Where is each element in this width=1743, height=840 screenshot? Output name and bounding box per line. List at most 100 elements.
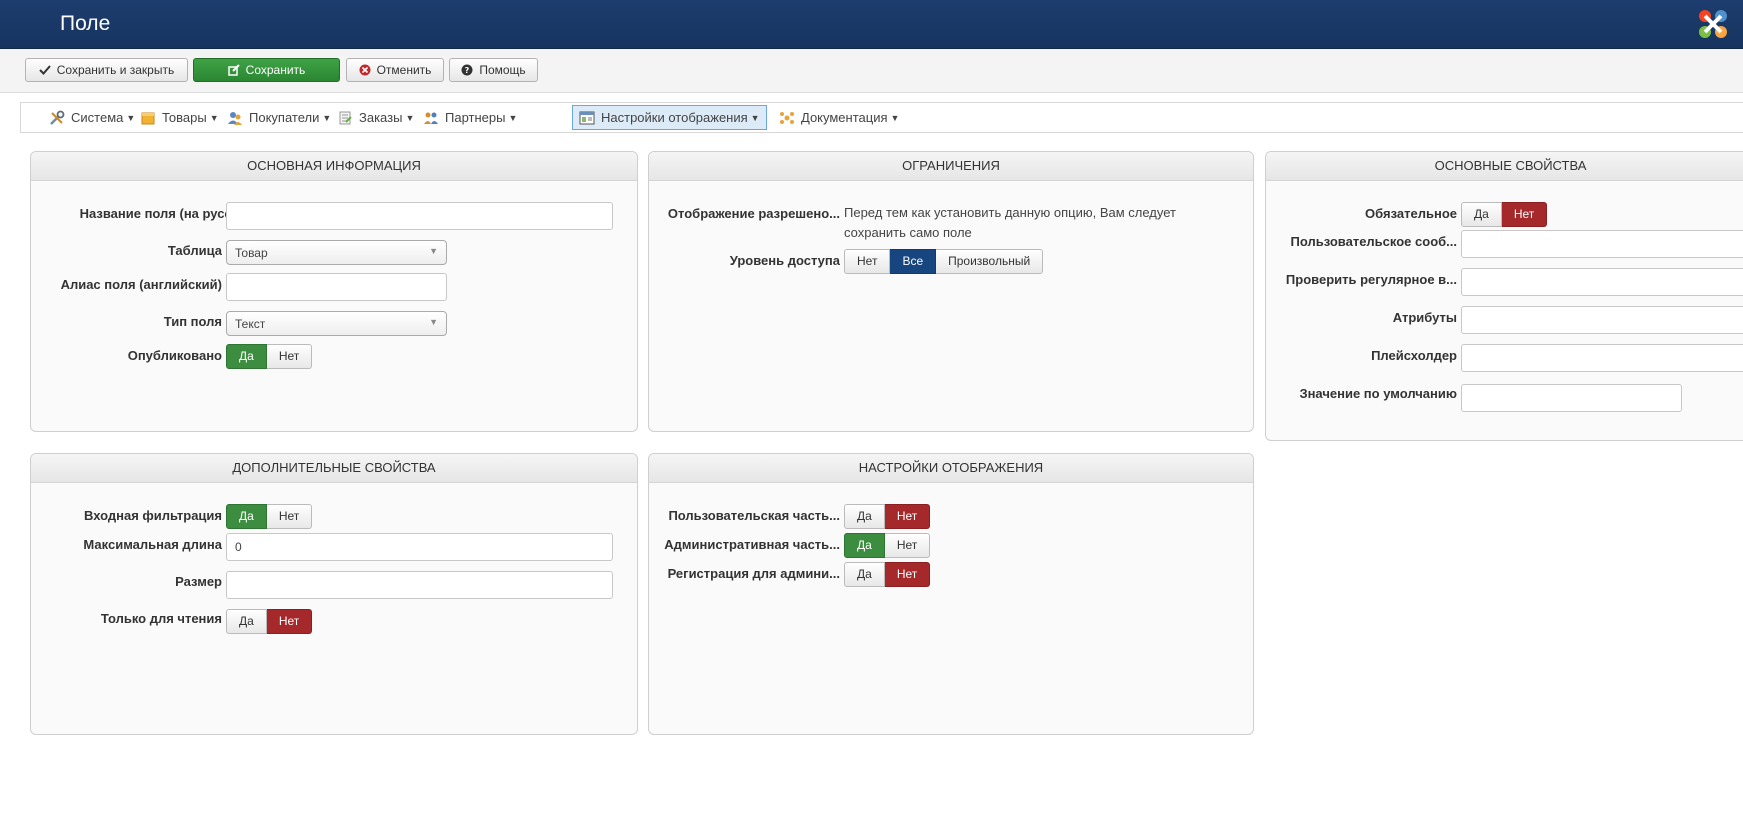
user-part-no[interactable]: Нет	[884, 504, 931, 529]
published-label: Опубликовано	[127, 348, 222, 363]
default-value-input[interactable]	[1461, 384, 1682, 412]
main-properties-panel: ОСНОВНЫЕ СВОЙСТВА Обязательное Да Нет По…	[1265, 151, 1743, 441]
svg-text:?: ?	[465, 66, 470, 75]
help-label: Помощь	[479, 63, 526, 77]
menu-item-customers[interactable]: Покупатели ▼	[221, 105, 337, 130]
menu-item-label: Документация	[801, 110, 888, 125]
menu-item-display-settings[interactable]: Настройки отображения ▼	[572, 105, 767, 130]
tools-icon	[50, 110, 65, 125]
menu-item-products[interactable]: Товары ▼	[134, 105, 225, 130]
placeholder-input[interactable]	[1461, 344, 1743, 372]
panel-title: ОСНОВНЫЕ СВОЙСТВА	[1266, 152, 1743, 181]
check-icon	[39, 65, 51, 75]
cancel-button[interactable]: Отменить	[346, 58, 444, 82]
app-header: Поле	[0, 0, 1743, 49]
caret-down-icon: ▼	[209, 112, 219, 123]
table-select[interactable]: Товар ▼	[226, 240, 447, 265]
menu-item-system[interactable]: Система ▼	[43, 105, 141, 130]
readonly-label: Только для чтения	[100, 611, 222, 626]
menu-item-partners[interactable]: Партнеры ▼	[417, 105, 523, 130]
max-length-input[interactable]: 0	[226, 533, 613, 561]
menu-item-label: Настройки отображения	[601, 110, 748, 125]
required-yes[interactable]: Да	[1461, 202, 1502, 227]
save-label: Сохранить	[245, 63, 306, 77]
menu-item-documentation[interactable]: Документация ▼	[773, 105, 905, 130]
basic-info-panel: ОСНОВНАЯ ИНФОРМАЦИЯ Название поля (на ру…	[30, 151, 638, 432]
access-all[interactable]: Все	[890, 249, 937, 274]
caret-down-icon: ▼	[405, 112, 415, 123]
caret-down-icon: ▼	[508, 112, 518, 123]
size-label: Размер	[175, 574, 222, 589]
regex-label: Проверить регулярное в...	[1285, 272, 1457, 287]
user-message-input[interactable]	[1461, 230, 1743, 258]
menu-item-label: Система	[71, 110, 124, 125]
field-name-input[interactable]	[226, 202, 613, 230]
dropdown-arrow-icon: ▼	[429, 317, 438, 327]
access-custom[interactable]: Произвольный	[936, 249, 1044, 274]
documentation-icon	[780, 111, 794, 124]
caret-down-icon: ▼	[322, 112, 332, 123]
edit-icon	[227, 64, 240, 76]
users-icon	[228, 111, 242, 125]
admin-registration-no[interactable]: Нет	[884, 562, 931, 587]
partners-icon	[424, 112, 438, 124]
user-part-yes[interactable]: Да	[844, 504, 885, 529]
access-none[interactable]: Нет	[844, 249, 891, 274]
access-level-toggle: Нет Все Произвольный	[844, 249, 1044, 274]
published-yes[interactable]: Да	[226, 344, 267, 369]
menu-item-label: Партнеры	[445, 110, 506, 125]
published-no[interactable]: Нет	[266, 344, 313, 369]
display-note-line-2: сохранить само поле	[844, 225, 972, 240]
default-value-label: Значение по умолчанию	[1299, 386, 1457, 401]
help-button[interactable]: ? Помощь	[449, 58, 538, 82]
published-toggle: Да Нет	[226, 344, 313, 369]
readonly-no[interactable]: Нет	[266, 609, 313, 634]
field-name-label: Название поля (на русск...	[79, 206, 249, 221]
max-length-label: Максимальная длина	[83, 537, 222, 552]
panel-title: ДОПОЛНИТЕЛЬНЫЕ СВОЙСТВА	[31, 454, 637, 483]
cancel-circle-icon	[359, 64, 371, 76]
regex-input[interactable]	[1461, 268, 1743, 296]
input-filter-no[interactable]: Нет	[266, 504, 313, 529]
admin-registration-label: Регистрация для админи...	[667, 566, 840, 581]
display-allowed-label: Отображение разрешено...	[667, 206, 840, 221]
display-note-line-1: Перед тем как установить данную опцию, В…	[844, 205, 1177, 220]
save-button[interactable]: Сохранить	[193, 58, 340, 82]
table-label: Таблица	[167, 243, 222, 258]
input-filter-yes[interactable]: Да	[226, 504, 267, 529]
panel-title: ОСНОВНАЯ ИНФОРМАЦИЯ	[31, 152, 637, 181]
panel-title: НАСТРОЙКИ ОТОБРАЖЕНИЯ	[649, 454, 1253, 483]
alias-input[interactable]	[226, 273, 447, 301]
admin-part-no[interactable]: Нет	[884, 533, 931, 558]
user-part-toggle: Да Нет	[844, 504, 931, 529]
save-close-label: Сохранить и закрыть	[56, 63, 175, 77]
access-level-label: Уровень доступа	[729, 253, 840, 268]
caret-down-icon: ▼	[750, 112, 760, 123]
admin-part-yes[interactable]: Да	[844, 533, 885, 558]
readonly-toggle: Да Нет	[226, 609, 313, 634]
save-close-button[interactable]: Сохранить и закрыть	[25, 58, 188, 82]
admin-registration-toggle: Да Нет	[844, 562, 931, 587]
required-toggle: Да Нет	[1461, 202, 1548, 227]
attributes-input[interactable]	[1461, 306, 1743, 334]
extra-properties-panel: ДОПОЛНИТЕЛЬНЫЕ СВОЙСТВА Входная фильтрац…	[30, 453, 638, 735]
user-part-label: Пользовательская часть...	[668, 508, 840, 523]
panel-title: ОГРАНИЧЕНИЯ	[649, 152, 1253, 181]
attributes-label: Атрибуты	[1392, 310, 1457, 325]
required-no[interactable]: Нет	[1501, 202, 1548, 227]
readonly-yes[interactable]: Да	[226, 609, 267, 634]
page-title: Поле	[60, 12, 111, 35]
admin-part-label: Административная часть...	[664, 537, 840, 552]
table-select-value: Товар	[235, 246, 268, 260]
alias-label: Алиас поля (английский)	[60, 277, 222, 292]
component-menu: Система ▼ Товары ▼ Покупатели ▼ Заказы ▼ Пар…	[20, 102, 1743, 133]
size-input[interactable]	[226, 571, 613, 599]
dropdown-arrow-icon: ▼	[429, 246, 438, 256]
toolbar: Сохранить и закрыть Сохранить Отменить ?…	[0, 49, 1743, 93]
display-allowed-note: Перед тем как установить данную опцию, В…	[844, 203, 1176, 243]
user-message-label: Пользовательское сооб...	[1290, 234, 1457, 249]
menu-item-orders[interactable]: Заказы ▼	[331, 105, 420, 130]
field-type-select[interactable]: Текст ▼	[226, 311, 447, 336]
field-type-value: Текст	[235, 317, 266, 331]
admin-registration-yes[interactable]: Да	[844, 562, 885, 587]
